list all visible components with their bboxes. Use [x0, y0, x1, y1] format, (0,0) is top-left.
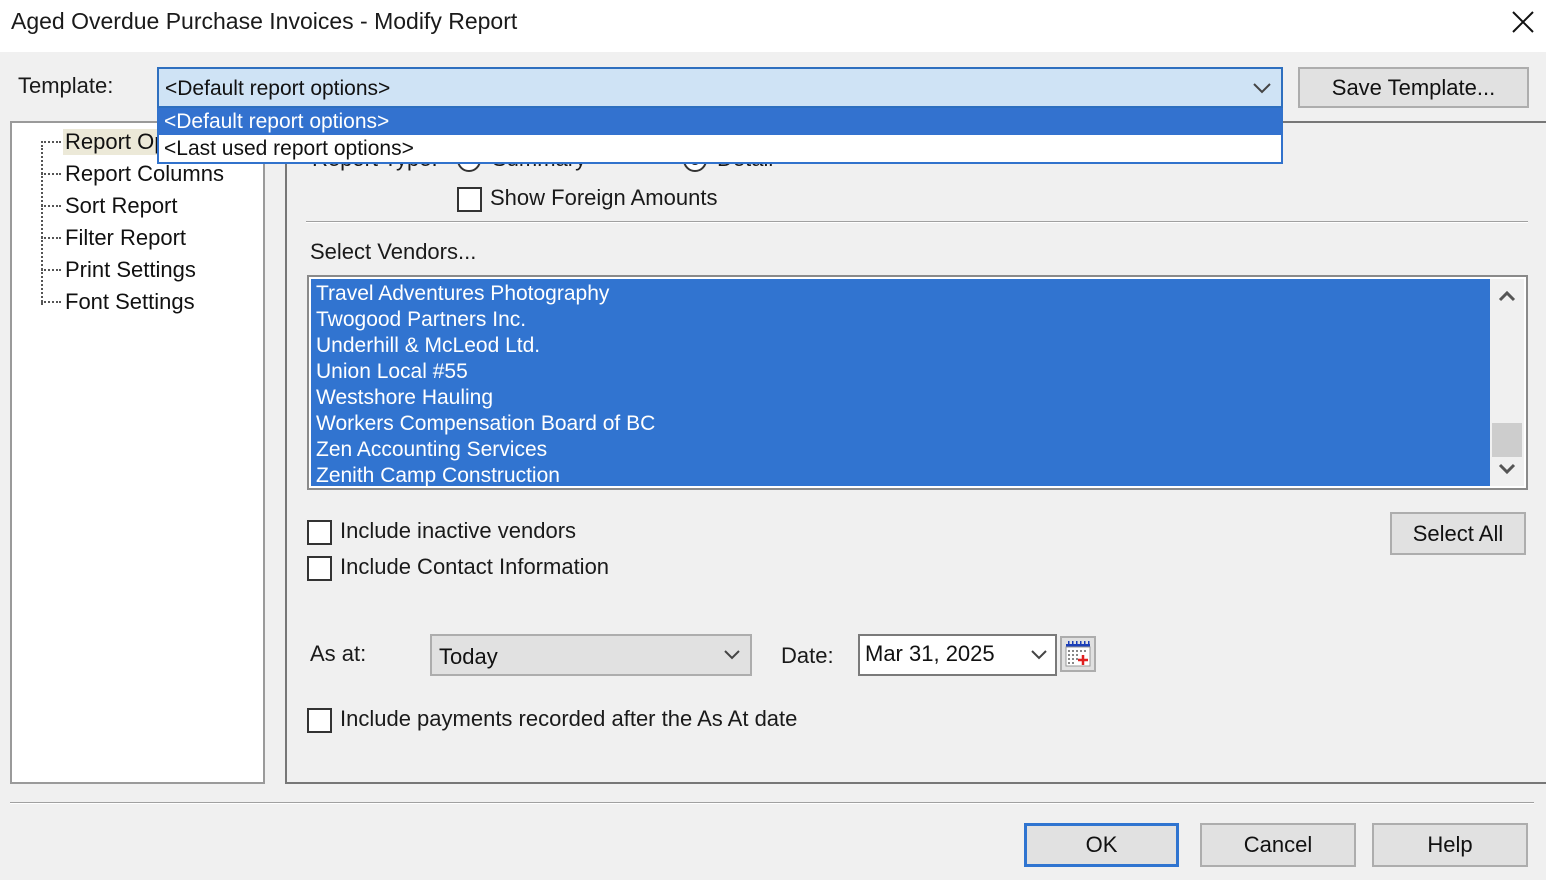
- ok-button[interactable]: OK: [1024, 823, 1179, 867]
- tree-item-filter-report[interactable]: Filter Report: [41, 223, 188, 253]
- footer-divider: [10, 802, 1534, 804]
- show-foreign-amounts-checkbox[interactable]: [457, 187, 482, 212]
- include-contact-info-checkbox[interactable]: [307, 556, 332, 581]
- help-button[interactable]: Help: [1372, 823, 1528, 867]
- tree-item-label: Report Op: [63, 129, 169, 155]
- vendor-item[interactable]: Zen Accounting Services: [316, 437, 547, 463]
- chevron-up-icon: [1498, 290, 1516, 302]
- as-at-value: Today: [439, 644, 498, 669]
- window-title: Aged Overdue Purchase Invoices - Modify …: [11, 8, 518, 34]
- template-option-default[interactable]: <Default report options>: [159, 108, 1281, 135]
- vendor-item[interactable]: Travel Adventures Photography: [316, 281, 609, 307]
- vendor-item[interactable]: Zenith Camp Construction: [316, 463, 560, 489]
- include-contact-info-label: Include Contact Information: [340, 554, 610, 579]
- scroll-down-button[interactable]: [1490, 452, 1524, 486]
- vendor-item[interactable]: Westshore Hauling: [316, 385, 493, 411]
- date-picker-field[interactable]: Mar 31, 2025: [858, 634, 1057, 676]
- tree-item-label: Font Settings: [65, 289, 195, 314]
- include-inactive-vendors-label: Include inactive vendors: [340, 518, 577, 543]
- save-template-button[interactable]: Save Template...: [1298, 67, 1529, 108]
- calendar-icon: [1065, 641, 1091, 667]
- template-dropdown-list: <Default report options> <Last used repo…: [157, 108, 1283, 164]
- tree-item-label: Report Columns: [65, 161, 224, 186]
- show-foreign-amounts-label: Show Foreign Amounts: [490, 185, 718, 210]
- title-bar: Aged Overdue Purchase Invoices - Modify …: [0, 0, 1546, 52]
- include-payments-after-checkbox[interactable]: [307, 708, 332, 733]
- select-all-button[interactable]: Select All: [1390, 512, 1526, 555]
- report-sections-tree: Report Op Report Columns Sort Report Fil…: [10, 121, 265, 784]
- chevron-down-icon: [1031, 650, 1047, 660]
- template-dropdown[interactable]: <Default report options>: [157, 67, 1283, 108]
- vendor-item[interactable]: Twogood Partners Inc.: [316, 307, 526, 333]
- close-icon: [1512, 11, 1534, 33]
- tree-item-label: Sort Report: [65, 193, 178, 218]
- as-at-dropdown[interactable]: Today: [430, 634, 752, 676]
- close-button[interactable]: [1500, 0, 1546, 44]
- select-vendors-label: Select Vendors...: [310, 239, 477, 264]
- include-payments-after-label: Include payments recorded after the As A…: [340, 706, 798, 731]
- chevron-down-icon: [1498, 463, 1516, 475]
- tree-item-sort-report[interactable]: Sort Report: [41, 191, 180, 221]
- tree-item-label: Print Settings: [65, 257, 196, 282]
- section-divider: [306, 221, 1528, 223]
- tree-item-print-settings[interactable]: Print Settings: [41, 255, 198, 285]
- vendor-list-scrollbar[interactable]: [1490, 279, 1524, 486]
- tree-item-report-options[interactable]: Report Op: [41, 127, 169, 157]
- calendar-button[interactable]: [1060, 636, 1096, 672]
- tree-item-label: Filter Report: [65, 225, 187, 250]
- template-label: Template:: [18, 73, 114, 98]
- tree-item-font-settings[interactable]: Font Settings: [41, 287, 197, 317]
- chevron-down-icon: [724, 650, 740, 660]
- vendor-list-selection: Travel Adventures Photography Twogood Pa…: [311, 279, 1491, 489]
- scroll-up-button[interactable]: [1490, 279, 1524, 313]
- chevron-down-icon: [1253, 83, 1271, 94]
- vendor-item[interactable]: Underhill & McLeod Ltd.: [316, 333, 540, 359]
- template-selected-value: <Default report options>: [165, 77, 391, 100]
- cancel-button[interactable]: Cancel: [1200, 823, 1356, 867]
- as-at-label: As at:: [310, 641, 367, 666]
- date-label: Date:: [781, 643, 834, 668]
- date-value: Mar 31, 2025: [865, 641, 995, 666]
- vendor-list[interactable]: Travel Adventures Photography Twogood Pa…: [307, 275, 1528, 490]
- template-option-last-used[interactable]: <Last used report options>: [159, 135, 1281, 162]
- vendor-item[interactable]: Union Local #55: [316, 359, 468, 385]
- include-inactive-vendors-checkbox[interactable]: [307, 520, 332, 545]
- vendor-item[interactable]: Workers Compensation Board of BC: [316, 411, 655, 437]
